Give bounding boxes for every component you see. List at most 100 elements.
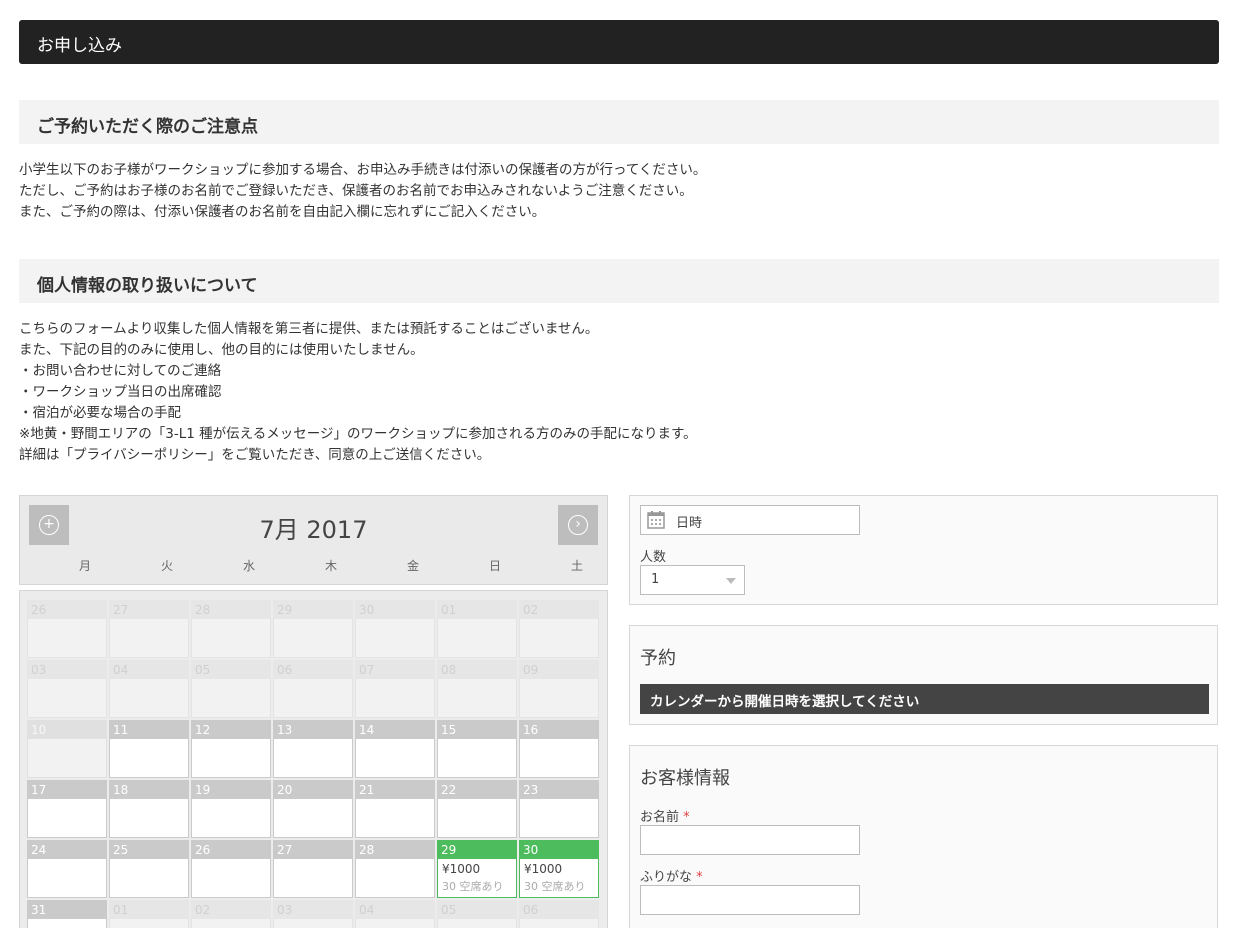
- calendar-day[interactable]: 31: [27, 900, 107, 928]
- day-body: [437, 739, 517, 778]
- calendar-day[interactable]: 24: [27, 840, 107, 898]
- calendar-day-available[interactable]: 29 ¥1000 30 空席あり: [437, 840, 517, 898]
- day-body: [109, 739, 189, 778]
- calendar-grid: 26 27 28 29 30 01 02 03 04 05 06 07 08 09 10 11 12 13 14 15…: [19, 590, 608, 928]
- reserve-title: 予約: [640, 648, 676, 669]
- day-number: 11: [109, 720, 189, 739]
- day-body: [355, 739, 435, 778]
- notice-text: 小学生以下のお子様がワークショップに参加する場合、お申込み手続きは付添いの保護者…: [19, 160, 1219, 223]
- furigana-label-text: ふりがな: [640, 870, 693, 885]
- calendar-day[interactable]: 27: [273, 840, 353, 898]
- privacy-line: ※地黄・野間エリアの「3-L1 種が伝えるメッセージ」のワークショップに参加され…: [19, 426, 697, 442]
- weekday-row: 月 火 水 木 金 日 土: [44, 557, 618, 574]
- day-price: ¥1000: [442, 862, 481, 876]
- next-month-button[interactable]: ›: [558, 505, 598, 545]
- day-number: 27: [109, 600, 189, 619]
- day-number: 01: [109, 900, 189, 919]
- calendar-day[interactable]: 19: [191, 780, 271, 838]
- required-mark: *: [696, 870, 703, 885]
- day-number: 16: [519, 720, 599, 739]
- day-number: 18: [109, 780, 189, 799]
- calendar-day[interactable]: 14: [355, 720, 435, 778]
- calendar-day[interactable]: 26: [191, 840, 271, 898]
- calendar-icon: [647, 511, 665, 529]
- privacy-line: ・宿泊が必要な場合の手配: [19, 405, 181, 421]
- calendar-day[interactable]: 17: [27, 780, 107, 838]
- calendar-day: 02: [519, 600, 599, 658]
- day-body: [27, 919, 107, 928]
- furigana-input[interactable]: [640, 885, 860, 915]
- day-body: [109, 679, 189, 718]
- day-number: 14: [355, 720, 435, 739]
- day-number: 17: [27, 780, 107, 799]
- calendar-day[interactable]: 23: [519, 780, 599, 838]
- customer-title: お客様情報: [640, 768, 730, 789]
- day-number: 30: [355, 600, 435, 619]
- day-body: [191, 619, 271, 658]
- calendar-day[interactable]: 16: [519, 720, 599, 778]
- day-body: [27, 739, 107, 778]
- day-number: 29: [273, 600, 353, 619]
- day-number: 03: [27, 660, 107, 679]
- notice-line: 小学生以下のお子様がワークショップに参加する場合、お申込み手続きは付添いの保護者…: [19, 162, 707, 178]
- calendar-day[interactable]: 28: [355, 840, 435, 898]
- calendar-day[interactable]: 18: [109, 780, 189, 838]
- day-body: [109, 859, 189, 898]
- calendar-day: 26: [27, 600, 107, 658]
- calendar-day[interactable]: 12: [191, 720, 271, 778]
- calendar-month-title: 7月 2017: [259, 516, 368, 544]
- day-body: [355, 919, 435, 928]
- day-number: 21: [355, 780, 435, 799]
- day-number: 15: [437, 720, 517, 739]
- people-value: 1: [651, 572, 660, 587]
- day-body: [191, 679, 271, 718]
- day-number: 28: [191, 600, 271, 619]
- calendar-day[interactable]: 21: [355, 780, 435, 838]
- calendar-day: 28: [191, 600, 271, 658]
- privacy-text: こちらのフォームより収集した個人情報を第三者に提供、または預託することはございま…: [19, 319, 1219, 466]
- day-number: 06: [273, 660, 353, 679]
- name-label: お名前 *: [640, 806, 690, 825]
- day-body: [437, 919, 517, 928]
- calendar-day: 02: [191, 900, 271, 928]
- date-field[interactable]: 日時: [640, 505, 860, 535]
- day-body: [273, 679, 353, 718]
- calendar-header: + 7月 2017 › 月 火 水 木 金 日 土: [19, 495, 608, 585]
- day-number: 08: [437, 660, 517, 679]
- people-select[interactable]: 1: [640, 565, 745, 595]
- day-body: [109, 919, 189, 928]
- day-body: [519, 619, 599, 658]
- name-input[interactable]: [640, 825, 860, 855]
- day-body: [437, 799, 517, 838]
- calendar-day[interactable]: 22: [437, 780, 517, 838]
- calendar-day: 09: [519, 660, 599, 718]
- day-number: 26: [27, 600, 107, 619]
- reserve-panel: 予約 カレンダーから開催日時を選択してください: [629, 625, 1218, 725]
- day-body: [27, 799, 107, 838]
- day-body: [109, 619, 189, 658]
- day-body: [273, 859, 353, 898]
- day-number: 13: [273, 720, 353, 739]
- calendar-day[interactable]: 20: [273, 780, 353, 838]
- day-body: [273, 919, 353, 928]
- day-body: [191, 739, 271, 778]
- day-number: 01: [437, 600, 517, 619]
- calendar-day: 04: [355, 900, 435, 928]
- day-number: 04: [355, 900, 435, 919]
- weekday-label: 土: [570, 559, 583, 573]
- day-number: 02: [191, 900, 271, 919]
- calendar-day-available[interactable]: 30 ¥1000 30 空席あり: [519, 840, 599, 898]
- day-number: 02: [519, 600, 599, 619]
- notice-line: ただし、ご予約はお子様のお名前でご登録いただき、保護者のお名前でお申込みされない…: [19, 183, 693, 199]
- weekday-label: 木: [324, 559, 337, 573]
- calendar-day[interactable]: 15: [437, 720, 517, 778]
- date-placeholder: 日時: [676, 516, 703, 531]
- calendar-day[interactable]: 25: [109, 840, 189, 898]
- calendar-day: 04: [109, 660, 189, 718]
- calendar-day: 05: [191, 660, 271, 718]
- day-number: 25: [109, 840, 189, 859]
- required-mark: *: [683, 810, 690, 825]
- calendar-day[interactable]: 13: [273, 720, 353, 778]
- calendar-day[interactable]: 11: [109, 720, 189, 778]
- people-label: 人数: [640, 550, 667, 565]
